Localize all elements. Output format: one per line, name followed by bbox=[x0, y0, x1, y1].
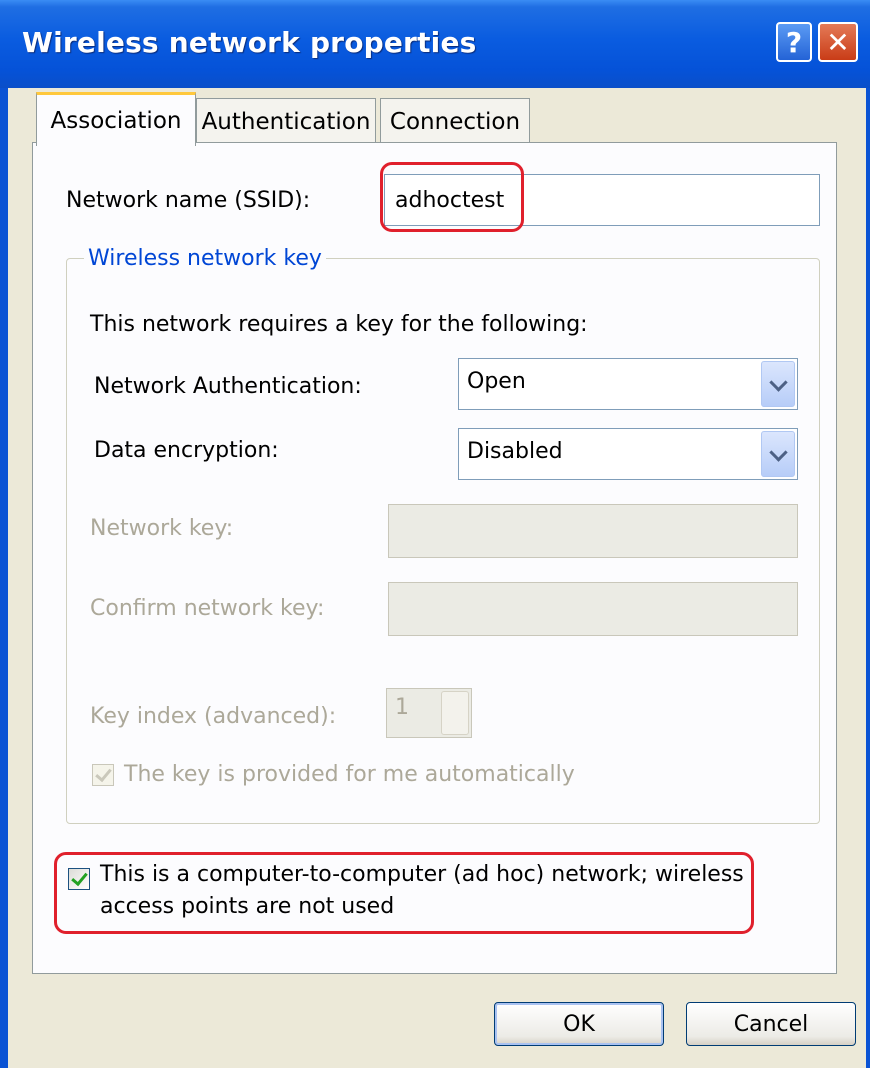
confirm-key-label: Confirm network key: bbox=[90, 596, 325, 621]
encryption-select-value: Disabled bbox=[467, 439, 563, 464]
key-index-value: 1 bbox=[395, 695, 409, 720]
auto-key-checkbox[interactable] bbox=[92, 764, 114, 786]
encryption-label: Data encryption: bbox=[94, 438, 279, 463]
spin-arrows-icon[interactable] bbox=[441, 691, 469, 735]
chevron-down-icon[interactable] bbox=[761, 431, 795, 477]
chevron-down-icon[interactable] bbox=[761, 361, 795, 407]
key-index-label: Key index (advanced): bbox=[90, 704, 337, 729]
dialog-window: Wireless network properties ? ✕ Associat… bbox=[0, 0, 870, 1068]
auth-select[interactable]: Open bbox=[458, 358, 798, 410]
auto-key-label: The key is provided for me automatically bbox=[124, 762, 575, 787]
key-index-stepper[interactable]: 1 bbox=[386, 688, 472, 738]
adhoc-highlight bbox=[54, 852, 754, 934]
requires-key-text: This network requires a key for the foll… bbox=[90, 312, 588, 337]
ssid-label: Network name (SSID): bbox=[66, 188, 311, 213]
auth-label: Network Authentication: bbox=[94, 374, 362, 399]
network-key-input[interactable] bbox=[388, 504, 798, 558]
ok-button[interactable]: OK bbox=[494, 1002, 664, 1046]
cancel-button[interactable]: Cancel bbox=[686, 1002, 856, 1046]
network-key-label: Network key: bbox=[90, 516, 234, 541]
ssid-highlight bbox=[380, 162, 524, 232]
confirm-key-input[interactable] bbox=[388, 582, 798, 636]
encryption-select[interactable]: Disabled bbox=[458, 428, 798, 480]
wireless-key-group-title: Wireless network key bbox=[84, 246, 326, 271]
auth-select-value: Open bbox=[467, 369, 526, 394]
